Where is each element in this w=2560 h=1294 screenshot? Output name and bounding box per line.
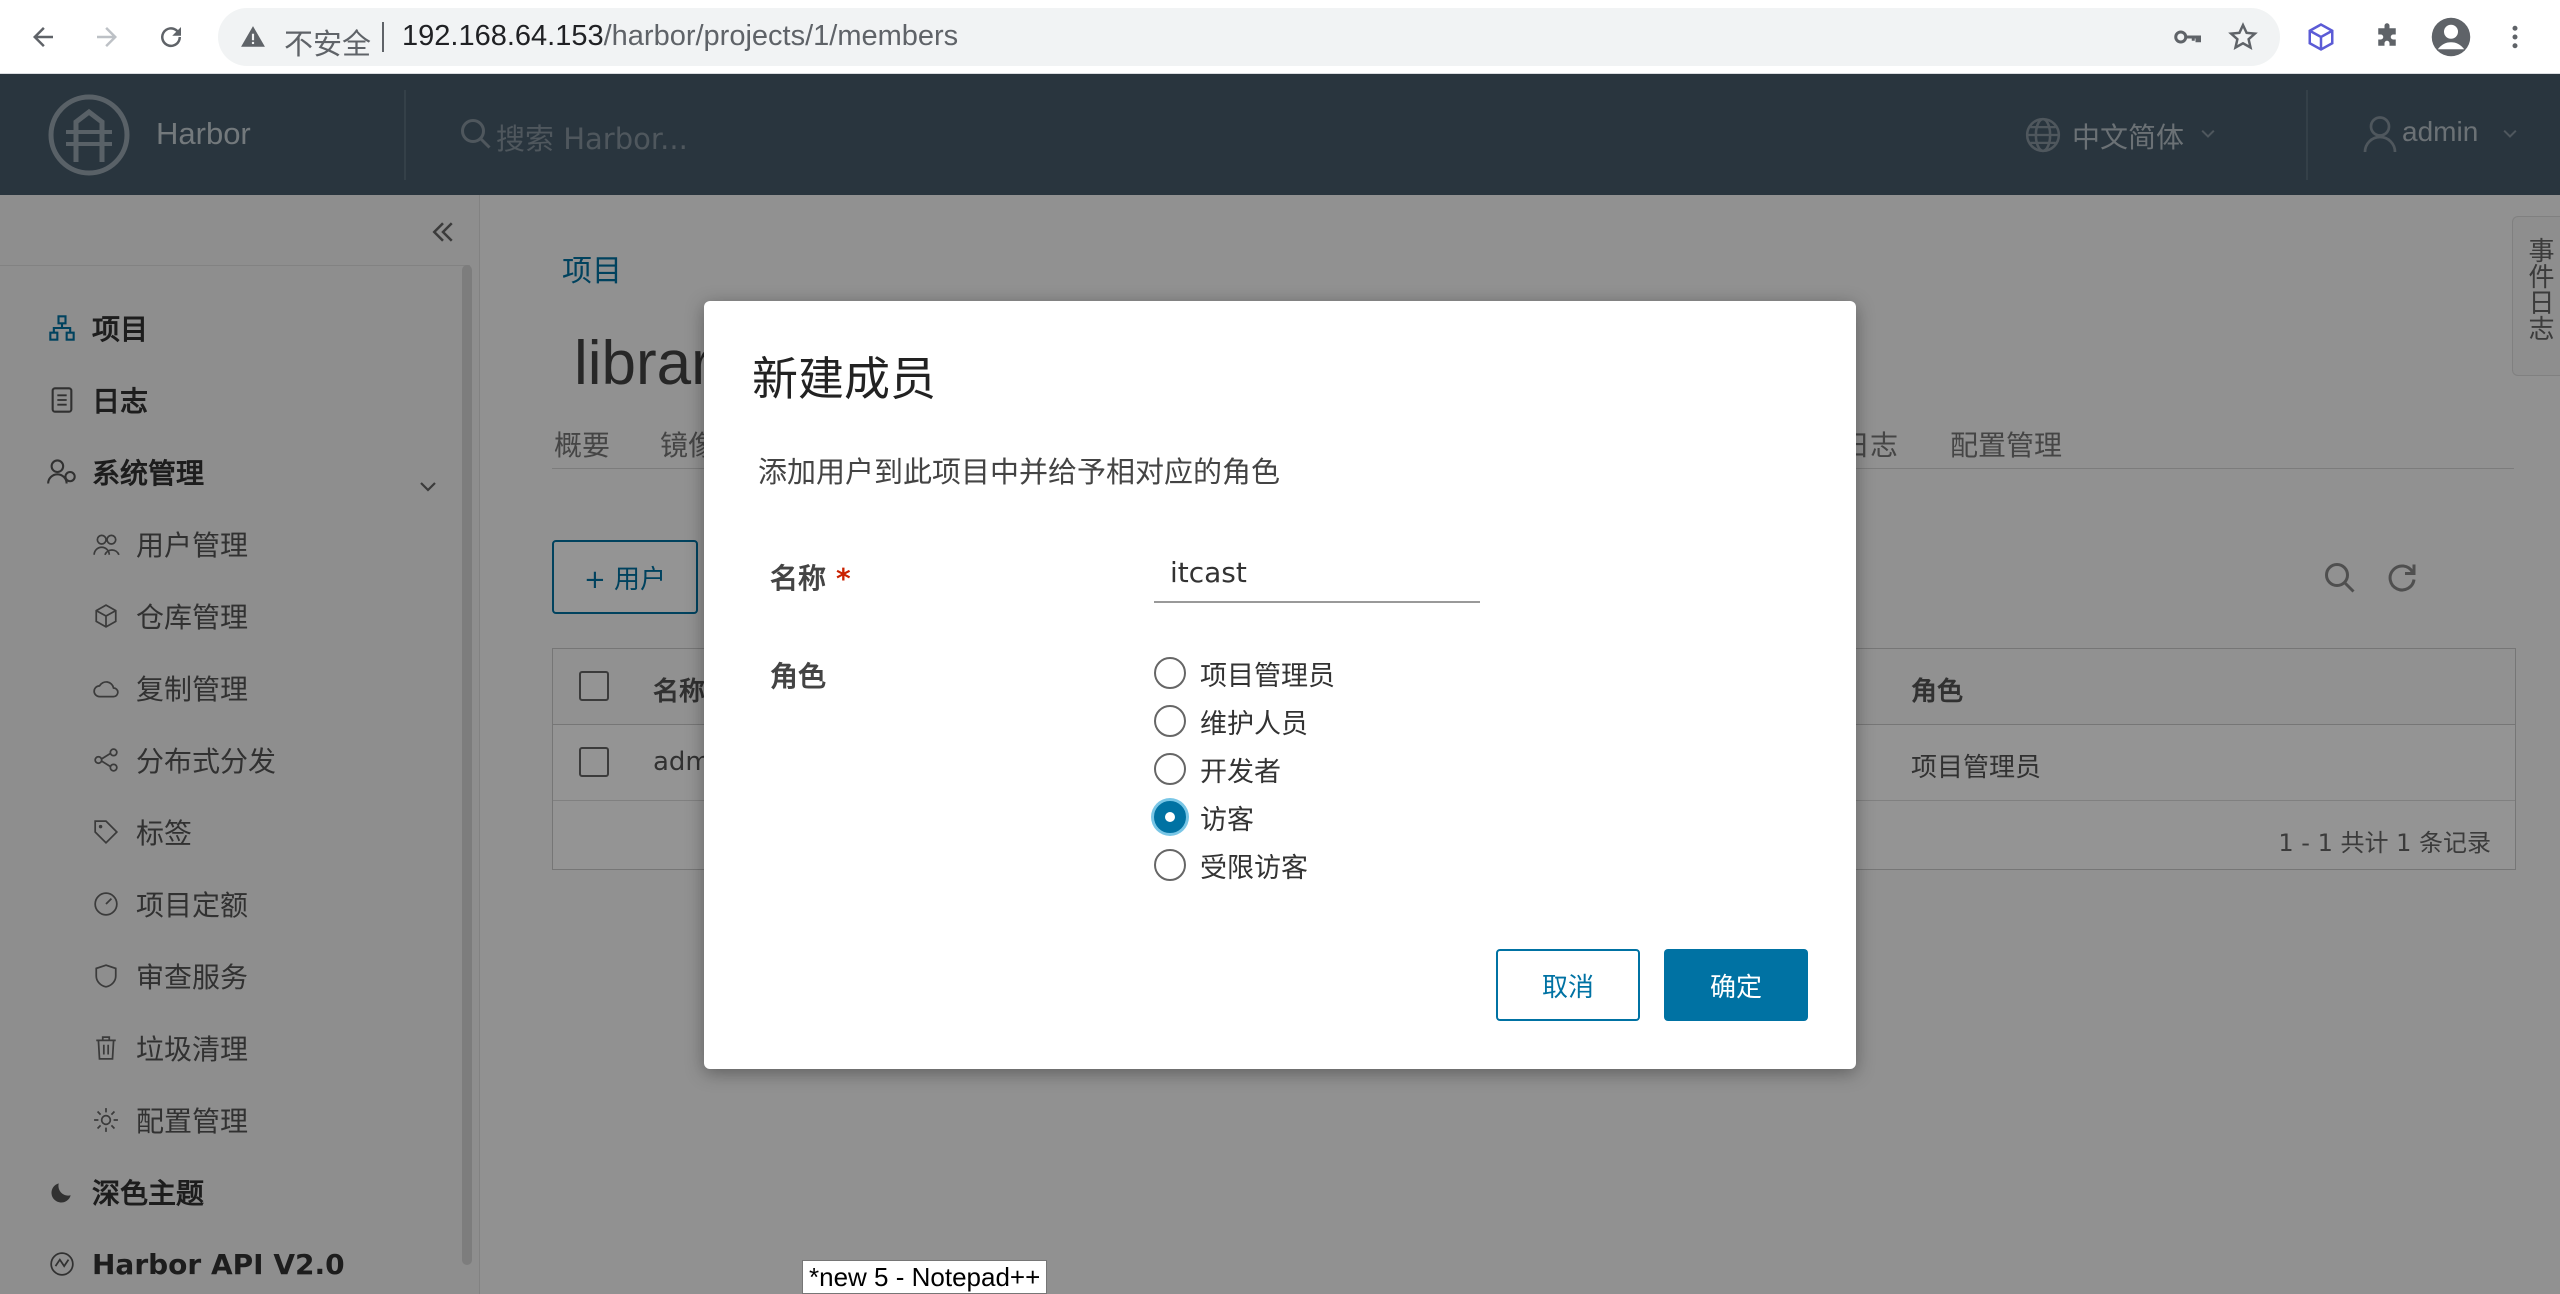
dialog-title: 新建成员 (752, 352, 936, 406)
name-field-label: 名称 * (770, 562, 851, 595)
radio-button[interactable] (1154, 753, 1186, 785)
radio-button[interactable] (1154, 705, 1186, 737)
cancel-button[interactable]: 取消 (1496, 949, 1640, 1021)
role-option-maintainer[interactable]: 维护人员 (1154, 701, 1308, 741)
radio-button[interactable] (1154, 849, 1186, 881)
role-option-limited-guest[interactable]: 受限访客 (1154, 845, 1308, 885)
confirm-button[interactable]: 确定 (1664, 949, 1808, 1021)
member-name-input[interactable] (1154, 543, 1480, 603)
required-mark: * (836, 562, 851, 595)
warning-icon (240, 24, 266, 54)
browser-menu-icon[interactable] (2494, 16, 2536, 58)
role-option-guest[interactable]: 访客 (1154, 797, 1254, 837)
browser-toolbar: 不安全 192.168.64.153/harbor/projects/1/mem… (0, 0, 2560, 74)
radio-label: 维护人员 (1200, 708, 1308, 740)
dialog-description: 添加用户到此项目中并给予相对应的角色 (758, 455, 1281, 489)
radio-button-selected[interactable] (1154, 801, 1186, 833)
insecure-label: 不安全 (284, 27, 372, 61)
extension-cube-icon[interactable] (2300, 16, 2342, 58)
key-icon[interactable] (2172, 22, 2202, 56)
forward-icon[interactable] (86, 16, 128, 58)
profile-avatar-icon[interactable] (2430, 16, 2472, 58)
extensions-puzzle-icon[interactable] (2366, 16, 2408, 58)
radio-label: 访客 (1200, 804, 1254, 836)
reload-icon[interactable] (150, 16, 192, 58)
new-member-dialog: 新建成员 添加用户到此项目中并给予相对应的角色 名称* 角色 项目管理员 维护人… (704, 301, 1856, 1069)
radio-button[interactable] (1154, 657, 1186, 689)
role-field-label: 角色 (770, 660, 827, 693)
role-option-developer[interactable]: 开发者 (1154, 749, 1281, 789)
back-icon[interactable] (22, 16, 64, 58)
bookmark-star-icon[interactable] (2228, 22, 2258, 56)
radio-label: 项目管理员 (1200, 660, 1335, 692)
address-bar[interactable]: 不安全 192.168.64.153/harbor/projects/1/mem… (218, 8, 2280, 66)
divider (382, 22, 384, 52)
role-option-project-admin[interactable]: 项目管理员 (1154, 653, 1335, 693)
taskbar-tooltip: *new 5 - Notepad++ (802, 1260, 1048, 1294)
url-text[interactable]: 192.168.64.153/harbor/projects/1/members (402, 20, 958, 53)
radio-label: 开发者 (1200, 756, 1281, 788)
radio-label: 受限访客 (1200, 852, 1308, 884)
